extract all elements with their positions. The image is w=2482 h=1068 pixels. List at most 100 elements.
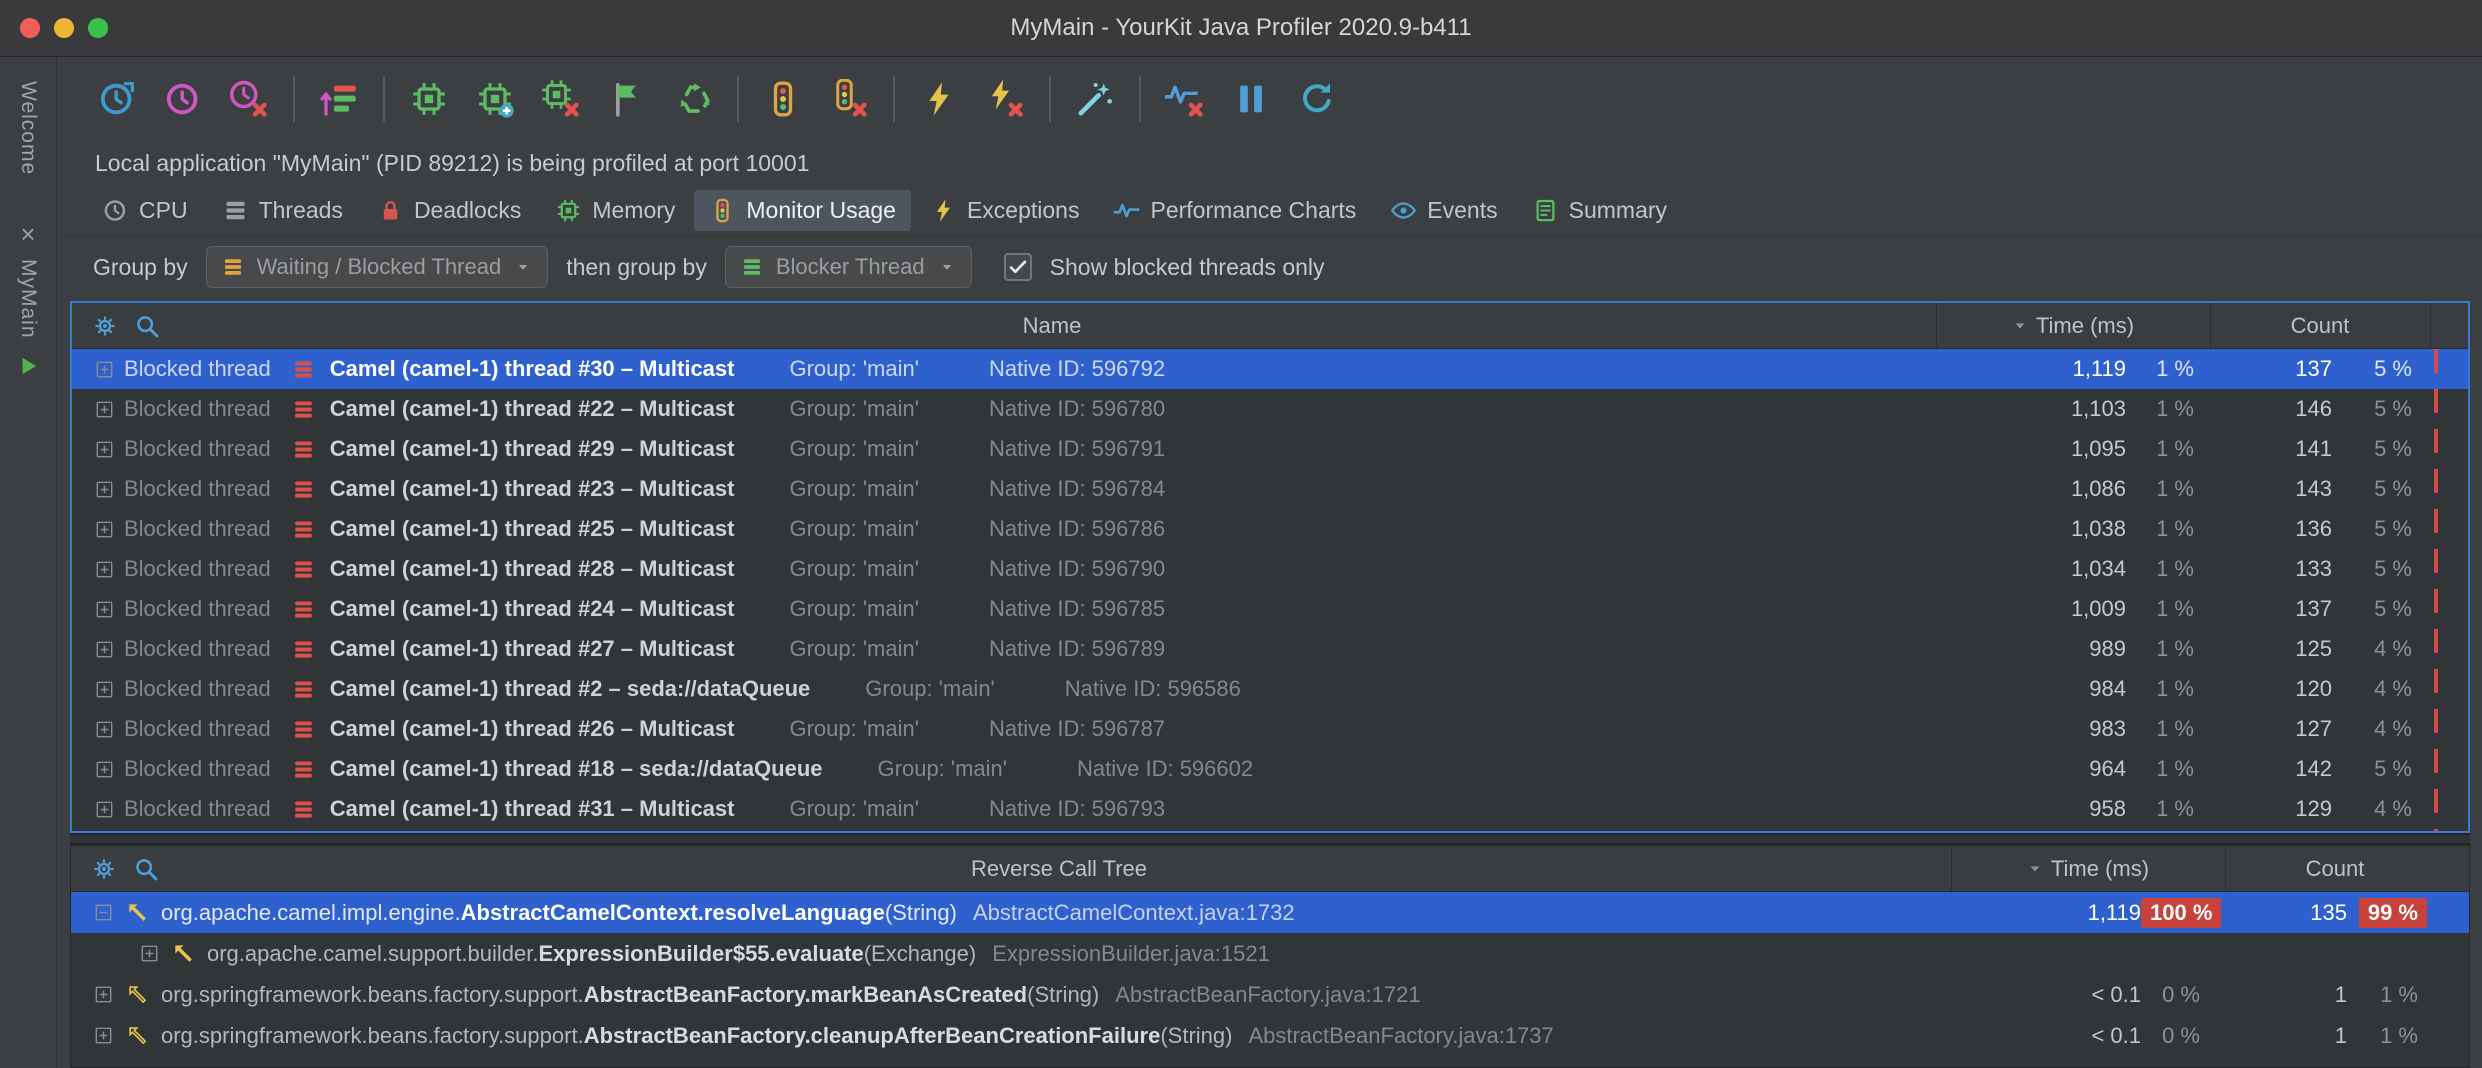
gear-icon[interactable] (83, 856, 125, 882)
zoom-window-button[interactable] (88, 18, 108, 38)
count-cell: 137 (2210, 356, 2332, 382)
tab-memory[interactable]: Memory (540, 190, 690, 231)
toolbar-group-exceptions (915, 75, 1029, 123)
count-cell: 141 (2210, 436, 2332, 462)
start-cpu-sampling-icon[interactable] (93, 75, 141, 123)
call-tree-row[interactable]: org.springframework.beans.factory.suppor… (71, 1015, 2469, 1056)
start-allocation-recording-icon[interactable] (471, 75, 519, 123)
force-gc-icon[interactable] (669, 75, 717, 123)
time-column-header[interactable]: Time (ms) (1951, 846, 2225, 891)
call-tree-row[interactable]: org.apache.camel.impl.engine.AbstractCam… (71, 892, 2469, 933)
expand-plus-icon[interactable] (84, 518, 124, 541)
tab-events[interactable]: Events (1375, 190, 1512, 231)
table-row[interactable]: Blocked thread Camel (camel-1) thread #2… (72, 629, 2468, 669)
refresh-icon[interactable] (1293, 75, 1341, 123)
table-row[interactable]: Blocked thread Camel (camel-1) thread #1… (72, 749, 2468, 789)
session-tab-mymain[interactable]: × MyMain (15, 211, 41, 391)
expand-plus-icon[interactable] (84, 478, 124, 501)
method-name: AbstractBeanFactory.cleanupAfterBeanCrea… (584, 1023, 1161, 1049)
count-percent-cell: 5 % (2332, 356, 2430, 382)
thread-name: Camel (camel-1) thread #31 – Multicast (330, 796, 735, 822)
count-column-header[interactable]: Count (2225, 846, 2445, 891)
table-row[interactable]: Blocked thread Camel (camel-1) thread #3… (72, 349, 2468, 389)
table-row[interactable]: Blocked thread Camel (camel-1) thread #2… (72, 509, 2468, 549)
expand-plus-icon[interactable] (83, 983, 123, 1006)
start-exception-profiling-icon[interactable] (915, 75, 963, 123)
table-row[interactable]: Blocked thread Camel (camel-1) thread #3… (72, 789, 2468, 829)
expand-plus-icon[interactable] (84, 438, 124, 461)
view-tabs: CPU Threads Deadlocks Memory (57, 185, 2482, 237)
table-row[interactable]: Blocked thread Camel (camel-1) thread #2… (72, 389, 2468, 429)
expand-plus-icon[interactable] (84, 598, 124, 621)
name-column-header[interactable]: Name (168, 313, 1936, 339)
blocked-thread-bars-icon (291, 477, 316, 502)
stop-exception-profiling-icon[interactable] (981, 75, 1029, 123)
time-cell: < 0.1 (1951, 1023, 2141, 1049)
pause-icon[interactable] (1227, 75, 1275, 123)
stop-monitor-profiling-icon[interactable] (825, 75, 873, 123)
package-name: org.apache.camel.support.builder. (207, 941, 538, 967)
expand-plus-icon[interactable] (84, 358, 124, 381)
search-icon[interactable] (126, 313, 168, 339)
start-monitor-profiling-icon[interactable] (759, 75, 807, 123)
inspections-wand-icon[interactable] (1071, 75, 1119, 123)
close-window-button[interactable] (20, 18, 40, 38)
time-column-header[interactable]: Time (ms) (1936, 303, 2210, 348)
collapse-minus-icon[interactable] (83, 901, 123, 924)
tab-threads[interactable]: Threads (207, 190, 358, 231)
thread-state-label: Blocked thread (124, 596, 271, 622)
call-tree-row[interactable]: org.springframework.beans.factory.suppor… (71, 974, 2469, 1015)
expand-plus-icon[interactable] (84, 638, 124, 661)
count-column-header[interactable]: Count (2210, 303, 2430, 348)
gear-icon[interactable] (84, 313, 126, 339)
thread-name: Camel (camel-1) thread #24 – Multicast (330, 596, 735, 622)
thread-name: Camel (camel-1) thread #18 – seda://data… (330, 756, 823, 782)
expand-plus-icon[interactable] (84, 758, 124, 781)
capture-memory-snapshot-icon[interactable] (405, 75, 453, 123)
blocked-thread-bars-icon (291, 597, 316, 622)
expand-plus-icon[interactable] (83, 1024, 123, 1047)
count-cell: 142 (2210, 756, 2332, 782)
count-percent-cell: 5 % (2332, 556, 2430, 582)
tab-performance-charts[interactable]: Performance Charts (1098, 190, 1371, 231)
table-row[interactable]: Blocked thread Camel (camel-1) thread #2… (72, 669, 2468, 709)
table-row[interactable]: Blocked thread Camel (camel-1) thread #2… (72, 549, 2468, 589)
tab-deadlocks[interactable]: Deadlocks (362, 190, 536, 231)
group-by-dropdown[interactable]: Waiting / Blocked Thread (206, 246, 549, 288)
time-percent-cell: 1 % (2126, 636, 2210, 662)
start-cpu-tracing-icon[interactable] (159, 75, 207, 123)
stop-cpu-profiling-icon[interactable] (225, 75, 273, 123)
blocked-thread-bars-icon (291, 677, 316, 702)
panel-splitter[interactable] (70, 833, 2470, 845)
set-mark-flag-icon[interactable] (603, 75, 651, 123)
search-icon[interactable] (125, 856, 167, 882)
count-cell: 120 (2210, 676, 2332, 702)
then-group-by-dropdown[interactable]: Blocker Thread (725, 246, 972, 288)
table-row[interactable]: Blocked thread Camel (camel-1) thread #2… (72, 589, 2468, 629)
expand-plus-icon[interactable] (84, 718, 124, 741)
close-session-icon[interactable]: × (20, 223, 35, 245)
expand-plus-icon[interactable] (129, 942, 169, 965)
table-row[interactable]: Blocked thread Camel (camel-1) thread #2… (72, 429, 2468, 469)
expand-plus-icon[interactable] (84, 678, 124, 701)
show-blocked-only-checkbox[interactable] (1004, 253, 1032, 281)
expand-plus-icon[interactable] (84, 798, 124, 821)
call-tree-row[interactable]: org.apache.camel.support.builder.Express… (71, 933, 2469, 974)
tab-summary[interactable]: Summary (1517, 190, 1682, 231)
welcome-tab[interactable]: Welcome (16, 69, 40, 187)
thread-name: Camel (camel-1) thread #28 – Multicast (330, 556, 735, 582)
table-row[interactable]: Blocked thread Camel (camel-1) thread #2… (72, 469, 2468, 509)
minimize-window-button[interactable] (54, 18, 74, 38)
tab-monitor-usage[interactable]: Monitor Usage (694, 190, 911, 231)
time-percent-cell: 1 % (2126, 516, 2210, 542)
count-percent-cell (2347, 941, 2445, 967)
time-cell: 1,034 (1936, 556, 2126, 582)
thread-states-icon[interactable] (315, 75, 363, 123)
tab-exceptions[interactable]: Exceptions (915, 190, 1095, 231)
expand-plus-icon[interactable] (84, 398, 124, 421)
expand-plus-icon[interactable] (84, 558, 124, 581)
stop-allocation-recording-icon[interactable] (537, 75, 585, 123)
clear-charts-icon[interactable] (1161, 75, 1209, 123)
tab-cpu[interactable]: CPU (87, 190, 203, 231)
table-row[interactable]: Blocked thread Camel (camel-1) thread #2… (72, 709, 2468, 749)
